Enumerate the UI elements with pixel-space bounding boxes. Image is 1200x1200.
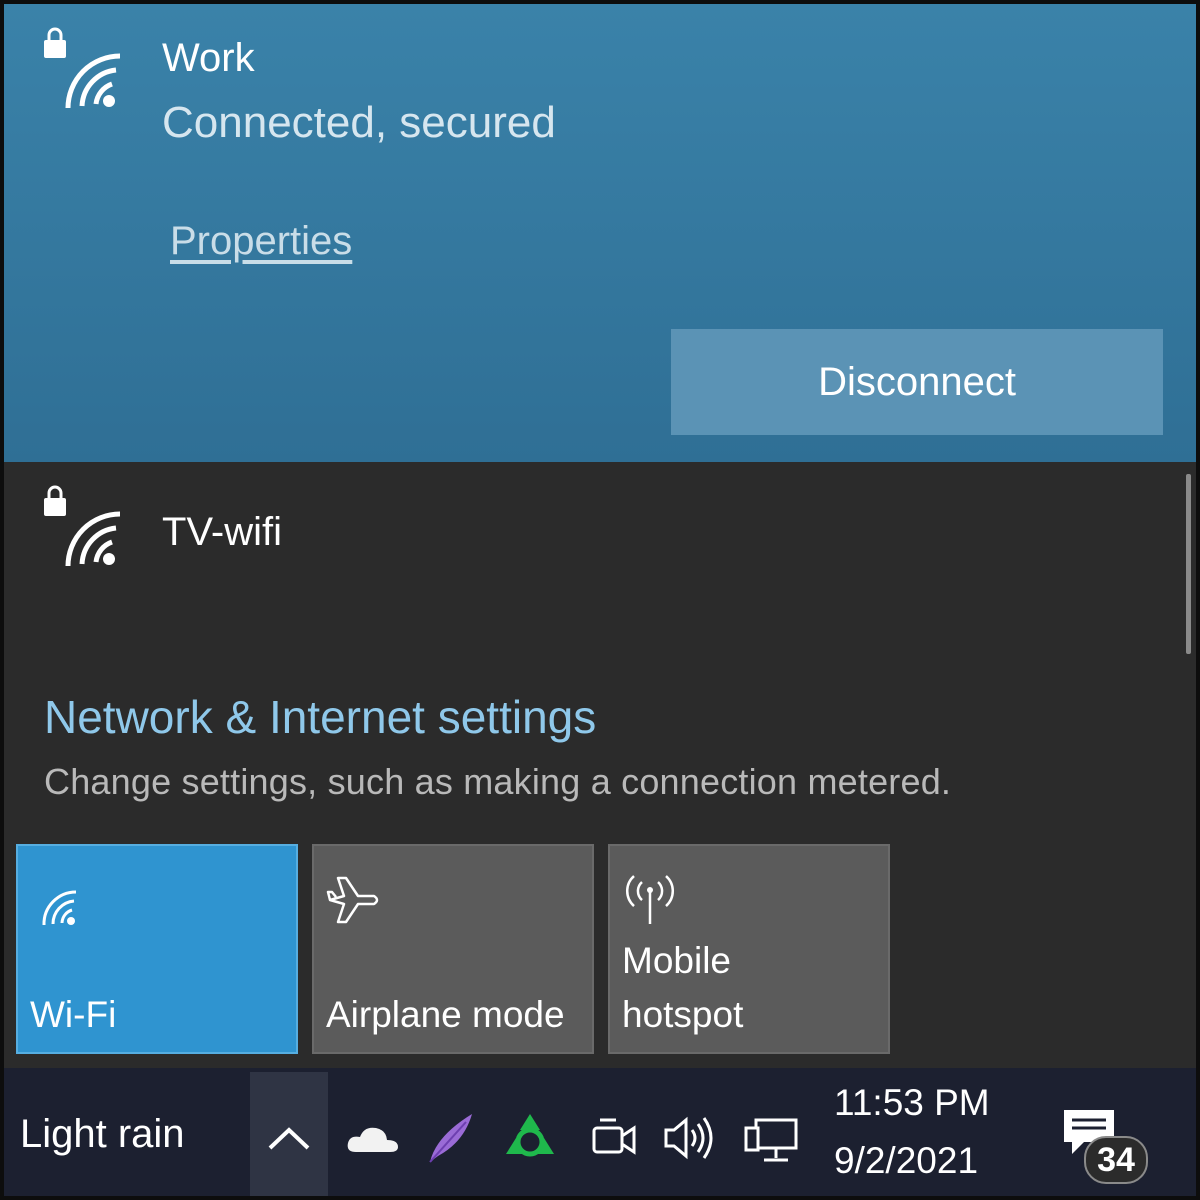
mobile-hotspot-tile[interactable]: Mobile hotspot <box>608 844 890 1054</box>
hotspot-icon <box>625 875 675 924</box>
airplane-mode-tile[interactable]: Airplane mode <box>312 844 594 1054</box>
airplane-icon <box>326 876 379 924</box>
tile-label-line2: hotspot <box>622 994 744 1035</box>
secured-wifi-icon <box>44 27 121 109</box>
chevron-up-icon <box>268 1127 310 1150</box>
scrollbar[interactable] <box>1186 474 1191 654</box>
network-icon[interactable] <box>742 1112 802 1166</box>
tile-label: Airplane mode <box>326 994 565 1035</box>
tile-label: Wi-Fi <box>30 994 117 1035</box>
show-hidden-icons-button[interactable] <box>250 1072 328 1196</box>
meet-now-icon[interactable] <box>588 1112 640 1164</box>
tile-label: Mobile hotspot <box>622 934 743 1042</box>
volume-icon[interactable] <box>660 1112 720 1164</box>
weather-widget[interactable]: Light rain <box>20 1112 185 1157</box>
sync-app-icon[interactable] <box>500 1110 560 1166</box>
secured-wifi-icon <box>44 485 121 567</box>
properties-link[interactable]: Properties <box>170 219 352 264</box>
disconnect-button[interactable]: Disconnect <box>671 329 1163 435</box>
network-status: Connected, secured <box>162 98 556 147</box>
wifi-icon <box>42 890 77 926</box>
wifi-toggle-tile[interactable]: Wi-Fi <box>16 844 298 1054</box>
feather-icon[interactable] <box>426 1110 476 1166</box>
onedrive-icon[interactable] <box>344 1118 402 1158</box>
network-item-work[interactable]: Work Connected, secured Properties Disco… <box>4 4 1196 462</box>
network-name: Work <box>162 36 255 80</box>
network-item-tv-wifi[interactable]: TV-wifi <box>4 462 1174 612</box>
network-flyout: Work Connected, secured Properties Disco… <box>4 4 1196 1068</box>
notification-count-badge: 34 <box>1084 1136 1148 1184</box>
tile-label-line1: Mobile <box>622 940 731 981</box>
clock-date[interactable]: 9/2/2021 <box>834 1140 978 1182</box>
network-name: TV-wifi <box>162 510 282 554</box>
network-settings-link[interactable]: Network & Internet settings <box>44 690 596 744</box>
clock-time[interactable]: 11:53 PM <box>834 1082 990 1124</box>
network-settings-description: Change settings, such as making a connec… <box>44 761 952 802</box>
